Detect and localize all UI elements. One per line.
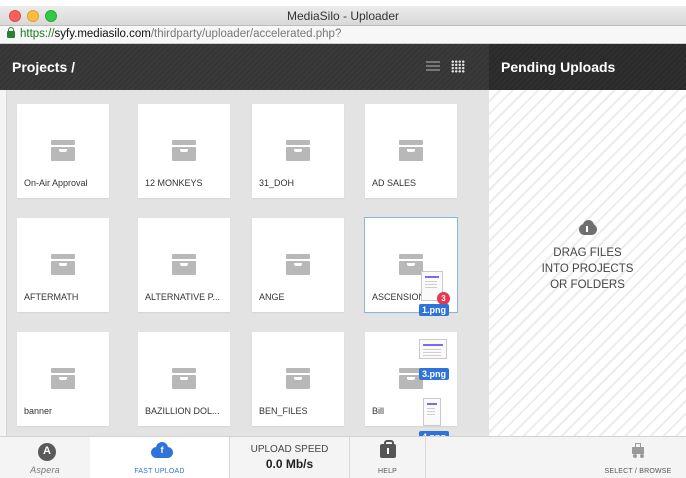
project-box-icon	[51, 140, 75, 161]
project-label: Bill	[372, 406, 385, 416]
fast-upload-label: FAST UPLOAD	[134, 468, 185, 475]
grid-view-icon[interactable]	[451, 60, 465, 73]
project-label: banner	[24, 406, 53, 416]
project-label: On-Air Approval	[24, 178, 88, 188]
project-label: BAZILLION DOL...	[145, 406, 220, 416]
select-browse-button[interactable]: SELECT / BROWSE	[590, 437, 686, 478]
project-box-icon	[51, 368, 75, 389]
url-host: syfy.mediasilo.com	[54, 28, 151, 40]
project-label: 12 MONKEYS	[145, 178, 203, 188]
fast-upload-cloud-icon: f	[151, 442, 173, 458]
upload-speed-value: 0.0 Mb/s	[265, 457, 314, 471]
project-label: ALTERNATIVE P...	[145, 292, 221, 302]
project-box-icon	[286, 254, 310, 275]
help-briefcase-icon	[380, 440, 396, 458]
dropzone-line-1: DRAG FILES	[553, 247, 622, 259]
lock-icon	[7, 27, 15, 38]
address-bar[interactable]: https://syfy.mediasilo.com/thirdparty/up…	[0, 26, 686, 44]
project-card[interactable]: BAZILLION DOL...	[138, 332, 230, 426]
project-card[interactable]: banner	[17, 332, 109, 426]
file-thumbnail-icon	[419, 339, 447, 359]
project-card[interactable]: ALTERNATIVE P...	[138, 218, 230, 312]
dropzone-line-3: OR FOLDERS	[550, 279, 625, 291]
project-box-icon	[286, 368, 310, 389]
project-card[interactable]: AD SALES	[365, 104, 457, 198]
aspera-label: Aspera	[30, 465, 60, 475]
select-browse-label: SELECT / BROWSE	[604, 468, 672, 475]
file-name-tag: 1.png	[419, 304, 449, 316]
project-box-icon	[172, 140, 196, 161]
project-label: 31_DOH	[259, 178, 295, 188]
project-card[interactable]: AFTERMATH	[17, 218, 109, 312]
project-card[interactable]: ANGE	[252, 218, 344, 312]
project-card[interactable]: On-Air Approval	[17, 104, 109, 198]
left-edge-strip	[0, 90, 7, 436]
project-box-icon	[286, 140, 310, 161]
project-card[interactable]: BEN_FILES	[252, 332, 344, 426]
file-thumbnail-icon	[423, 398, 441, 426]
help-label: HELP	[377, 468, 398, 475]
file-name-tag: 3.png	[419, 368, 449, 380]
projects-breadcrumb[interactable]: Projects /	[12, 59, 75, 75]
window-title: MediaSilo - Uploader	[286, 9, 400, 23]
bottom-toolbar: Aspera f FAST UPLOAD UPLOAD SPEED 0.0 Mb…	[0, 436, 686, 478]
project-card[interactable]: 31_DOH	[252, 104, 344, 198]
cloud-upload-icon	[575, 220, 599, 236]
aspera-button[interactable]: Aspera	[0, 437, 90, 478]
pending-uploads-header: Pending Uploads	[489, 44, 686, 90]
help-button[interactable]: HELP	[350, 437, 426, 478]
project-box-icon	[399, 254, 423, 275]
fast-upload-button[interactable]: f FAST UPLOAD	[90, 437, 230, 478]
project-box-icon	[172, 254, 196, 275]
project-box-icon	[399, 140, 423, 161]
project-label: AFTERMATH	[24, 292, 79, 302]
project-label: AD SALES	[372, 178, 417, 188]
project-box-icon	[51, 254, 75, 275]
project-box-icon	[172, 368, 196, 389]
pending-uploads-title: Pending Uploads	[501, 59, 616, 75]
upload-speed-display: UPLOAD SPEED 0.0 Mb/s	[230, 437, 350, 478]
project-label: ASCENSION	[372, 292, 426, 302]
aspera-icon	[38, 443, 56, 461]
upload-speed-label: UPLOAD SPEED	[250, 444, 329, 455]
dropzone-instructions: DRAG FILES INTO PROJECTS OR FOLDERS	[489, 245, 686, 293]
url-text[interactable]: https://syfy.mediasilo.com/thirdparty/up…	[20, 28, 341, 40]
window-titlebar: MediaSilo - Uploader	[0, 6, 686, 26]
project-label: BEN_FILES	[259, 406, 308, 416]
projects-grid: On-Air Approval 12 MONKEYS 31_DOH AD SAL…	[7, 90, 489, 436]
projects-header: Projects /	[0, 44, 489, 90]
url-path: /thirdparty/uploader/accelerated.php?	[150, 28, 342, 40]
dropzone-line-2: INTO PROJECTS	[541, 263, 634, 275]
cart-icon	[630, 443, 646, 458]
project-label: ANGE	[259, 292, 285, 302]
project-card[interactable]: 12 MONKEYS	[138, 104, 230, 198]
upload-dropzone[interactable]: DRAG FILES INTO PROJECTS OR FOLDERS	[489, 90, 686, 436]
list-view-icon[interactable]	[426, 61, 440, 72]
url-scheme: https://	[20, 28, 55, 40]
